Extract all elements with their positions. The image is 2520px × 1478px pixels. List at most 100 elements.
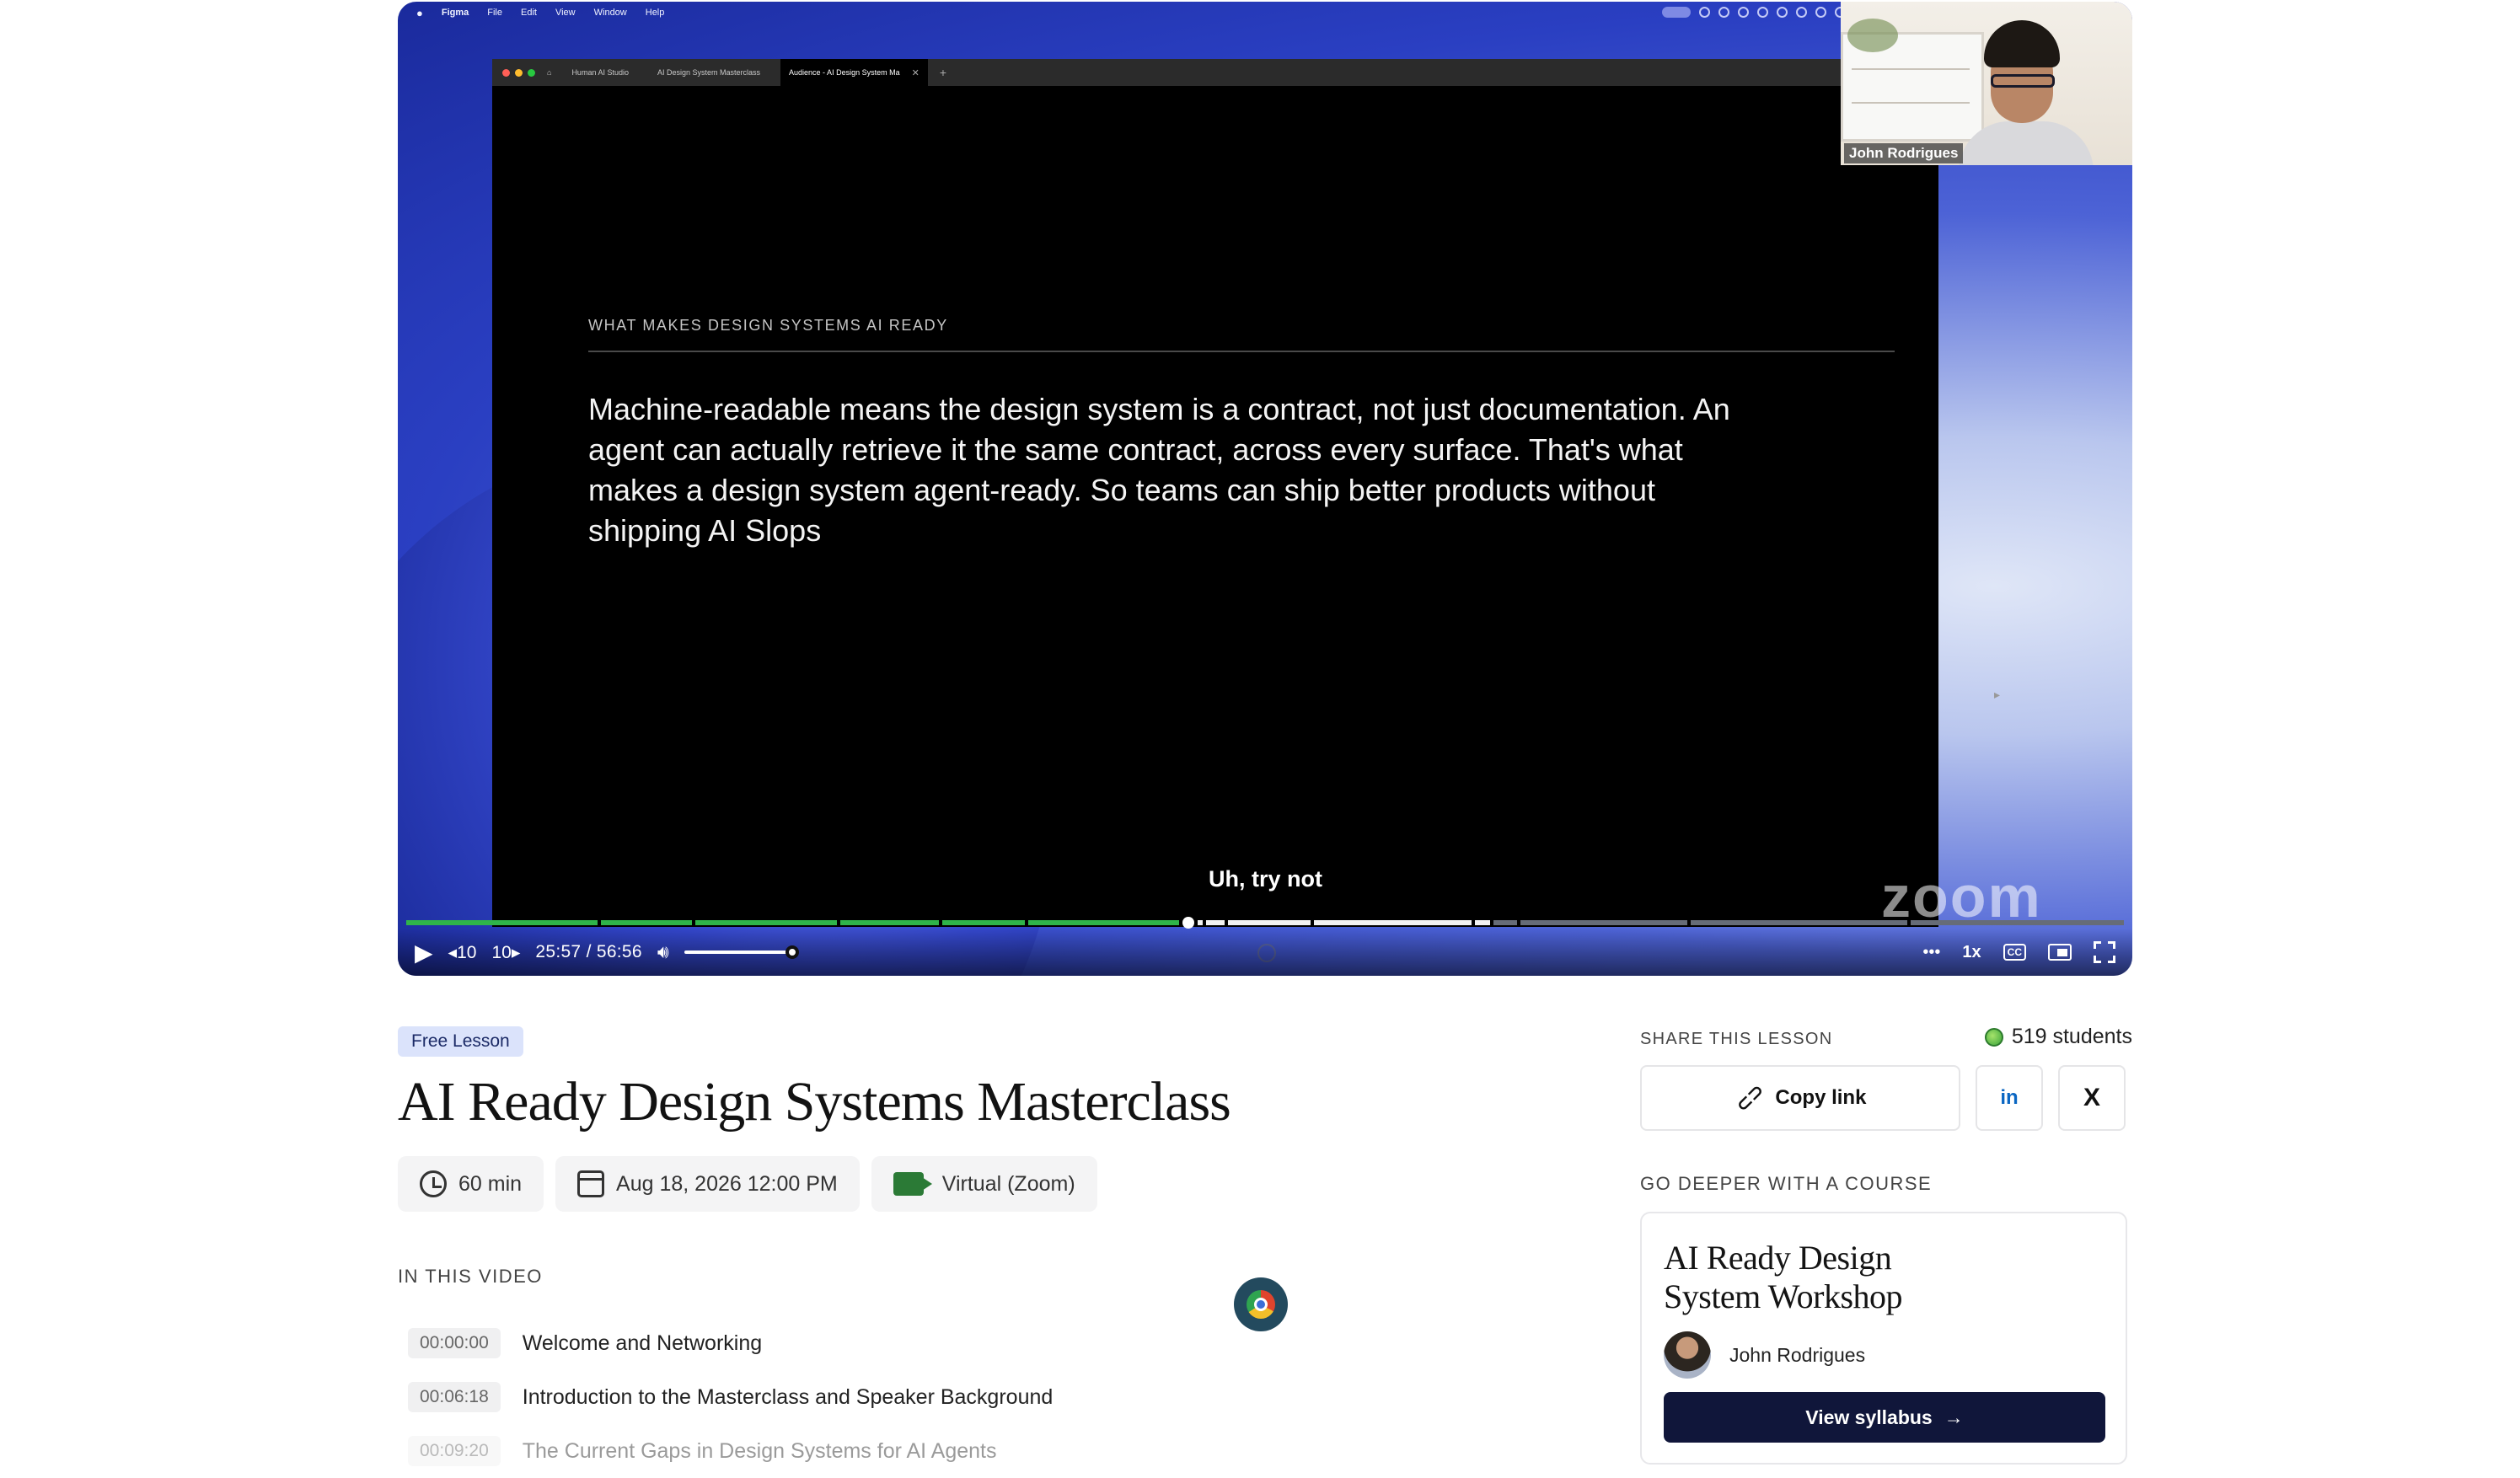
progress-segment[interactable] xyxy=(1475,920,1491,925)
webcam-plant xyxy=(1847,19,1898,52)
tray-icon xyxy=(1777,7,1788,18)
progress-segment[interactable] xyxy=(1910,920,2124,925)
webcam-person xyxy=(1959,20,2094,165)
course-card: AI Ready Design System Workshop John Rod… xyxy=(1640,1212,2127,1465)
share-heading: SHARE THIS LESSON xyxy=(1640,1030,1833,1048)
chrome-icon xyxy=(1247,1290,1275,1319)
rewind-button[interactable]: ◂10 xyxy=(448,942,477,963)
avatar xyxy=(1664,1331,1711,1379)
play-icon[interactable]: ▶ xyxy=(415,939,433,967)
fullscreen-icon[interactable] xyxy=(2094,941,2115,963)
time-display: 25:57 / 56:56 xyxy=(535,942,642,962)
chapter-item[interactable]: 00:09:20 The Current Gaps in Design Syst… xyxy=(408,1424,1053,1478)
current-time: 25:57 xyxy=(535,942,582,961)
copy-link-button[interactable]: ⊂⊃ Copy link xyxy=(1640,1065,1960,1131)
browser-tab-label: AI Design System Masterclass xyxy=(657,68,761,77)
chapter-timestamp[interactable]: 00:06:18 xyxy=(408,1382,501,1412)
x-share-button[interactable]: X xyxy=(2058,1065,2126,1131)
apple-icon: ● xyxy=(416,6,423,19)
mouse-cursor-icon: ▸ xyxy=(1994,688,2001,701)
volume-knob[interactable] xyxy=(785,945,799,959)
player-controls: ▶ ◂10 10▸ 25:57 / 56:56 🔊︎ ••• 1x CC xyxy=(398,929,2132,976)
calendar-icon xyxy=(577,1170,605,1197)
progress-segment[interactable] xyxy=(942,920,1025,925)
chapter-timestamp[interactable]: 00:00:00 xyxy=(408,1328,501,1358)
chapter-item[interactable]: 00:06:18 Introduction to the Masterclass… xyxy=(408,1370,1053,1424)
progress-segment[interactable] xyxy=(1313,920,1472,925)
chrome-extension-button[interactable] xyxy=(1234,1277,1288,1331)
tray-icon xyxy=(1718,7,1729,18)
page-title: AI Ready Design Systems Masterclass xyxy=(398,1071,1231,1133)
progress-bar[interactable] xyxy=(406,917,2124,929)
duration-label: 60 min xyxy=(458,1171,523,1196)
volume-icon[interactable]: 🔊︎ xyxy=(657,941,669,963)
duration: 56:56 xyxy=(596,942,642,961)
free-lesson-badge: Free Lesson xyxy=(398,1026,523,1057)
chapter-timestamp[interactable]: 00:09:20 xyxy=(408,1436,501,1466)
progress-segment[interactable] xyxy=(601,920,692,925)
browser-tab: Human AI Studio xyxy=(563,59,637,86)
progress-segment[interactable] xyxy=(1493,920,1518,925)
chapter-list: 00:00:00 Welcome and Networking 00:06:18… xyxy=(408,1316,1053,1478)
browser-tab-active: Audience - AI Design System Ma ✕ xyxy=(780,59,928,86)
rewind-icon: ◂ xyxy=(448,942,458,962)
progress-segment[interactable] xyxy=(1520,920,1687,925)
progress-segment[interactable] xyxy=(1198,920,1204,925)
linkedin-share-button[interactable]: in xyxy=(1976,1065,2043,1131)
progress-segment[interactable] xyxy=(406,920,598,925)
location-chip: Virtual (Zoom) xyxy=(871,1156,1097,1212)
window-controls xyxy=(502,68,535,77)
home-icon: ⌂ xyxy=(547,68,552,77)
progress-segment[interactable] xyxy=(1228,920,1311,925)
instructor-name: John Rodrigues xyxy=(1729,1343,1866,1366)
rewind-label: 10 xyxy=(457,942,477,962)
video-player[interactable]: ● Figma File Edit View Window Help ⌂ Hum… xyxy=(398,2,2132,976)
video-camera-icon xyxy=(893,1172,932,1196)
chapter-title: Welcome and Networking xyxy=(522,1331,763,1355)
menu-help: Help xyxy=(645,8,665,18)
course-title: AI Ready Design System Workshop xyxy=(1664,1239,1903,1315)
tray-icon xyxy=(1738,7,1749,18)
forward-button[interactable]: 10▸ xyxy=(491,942,520,963)
progress-segment[interactable] xyxy=(1027,920,1180,925)
chapter-item[interactable]: 00:00:00 Welcome and Networking xyxy=(408,1316,1053,1370)
lesson-meta: 60 min Aug 18, 2026 12:00 PM Virtual (Zo… xyxy=(398,1156,1097,1212)
tray-pill-icon xyxy=(1662,7,1691,18)
slide-divider xyxy=(588,351,1895,352)
menu-file: File xyxy=(487,8,502,18)
arrow-right-icon: → xyxy=(1944,1406,1964,1428)
tray-icon xyxy=(1796,7,1807,18)
progress-segment[interactable] xyxy=(1206,920,1225,925)
captions-button[interactable]: CC xyxy=(2003,944,2026,961)
caption-text: Uh, try not xyxy=(1198,863,1332,896)
menu-edit: Edit xyxy=(521,8,537,18)
maximize-dot-icon xyxy=(528,68,535,77)
playback-speed-button[interactable]: 1x xyxy=(1962,943,1981,962)
webcam-thumbnail: John Rodrigues xyxy=(1841,2,2132,165)
date-label: Aug 18, 2026 12:00 PM xyxy=(616,1171,838,1196)
forward-icon: ▸ xyxy=(511,942,521,962)
menubar-tray xyxy=(1662,7,1846,18)
browser-tab: AI Design System Masterclass xyxy=(649,59,769,86)
copy-link-label: Copy link xyxy=(1775,1086,1867,1109)
progress-segment[interactable] xyxy=(1690,920,1907,925)
course-instructor: John Rodrigues xyxy=(1664,1331,2104,1379)
view-syllabus-label: View syllabus xyxy=(1805,1406,1933,1428)
tray-icon xyxy=(1699,7,1710,18)
menu-view: View xyxy=(555,8,576,18)
duration-chip: 60 min xyxy=(398,1156,544,1212)
progress-segment[interactable] xyxy=(839,920,940,925)
link-icon: ⊂⊃ xyxy=(1730,1079,1768,1117)
view-syllabus-button[interactable]: View syllabus → xyxy=(1664,1392,2105,1443)
students-count: 519 students xyxy=(1984,1025,2132,1049)
share-buttons: ⊂⊃ Copy link in X xyxy=(1640,1065,2126,1131)
x-icon: X xyxy=(2083,1084,2100,1111)
more-options-icon[interactable]: ••• xyxy=(1922,943,1940,962)
progress-segment[interactable] xyxy=(695,920,837,925)
progress-knob[interactable] xyxy=(1182,917,1195,929)
volume-slider[interactable] xyxy=(684,945,799,959)
location-label: Virtual (Zoom) xyxy=(941,1171,1075,1196)
menu-window: Window xyxy=(593,8,627,18)
picture-in-picture-icon[interactable] xyxy=(2048,944,2072,961)
new-tab-icon: + xyxy=(939,66,946,79)
